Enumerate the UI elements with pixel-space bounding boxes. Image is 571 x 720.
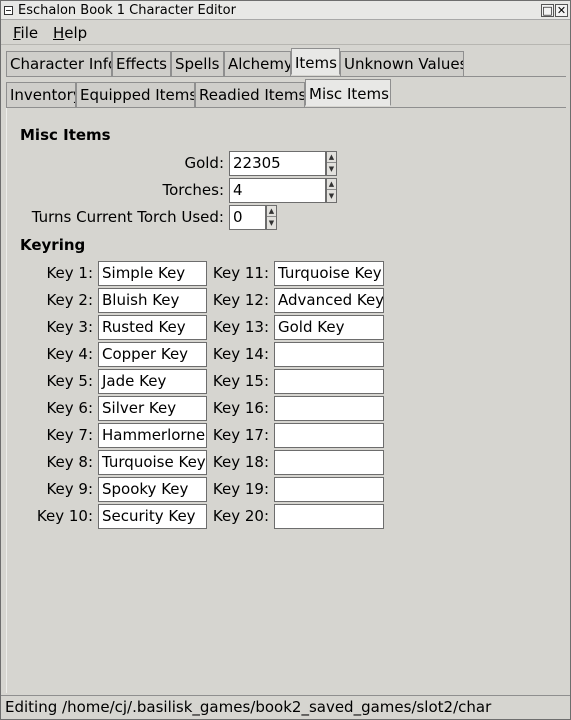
torches-label: Torches: (162, 181, 224, 199)
keyring-heading: Keyring (20, 236, 86, 254)
chevron-down-icon[interactable]: ▼ (327, 191, 336, 202)
key-2-field[interactable]: Bluish Key (98, 288, 207, 313)
torch-used-stepper[interactable]: ▲ ▼ (266, 205, 277, 230)
key-17-field[interactable] (274, 423, 384, 448)
key-15-field[interactable] (274, 369, 384, 394)
key-7-label: Key 7: (46, 426, 93, 444)
key-8-field[interactable]: Turquoise Key (98, 450, 207, 475)
key-20-field[interactable] (274, 504, 384, 529)
key-6-field[interactable]: Silver Key (98, 396, 207, 421)
tab-equipped-items[interactable]: Equipped Items (76, 82, 195, 108)
key-3-field[interactable]: Rusted Key (98, 315, 207, 340)
main-tab-divider (6, 76, 566, 77)
gold-stepper[interactable]: ▲ ▼ (326, 151, 337, 176)
editor-window: Eschalon Book 1 Character Editor □ ✕ Fil… (0, 0, 571, 720)
key-10-label: Key 10: (36, 507, 93, 525)
key-12-field[interactable]: Advanced Key (274, 288, 384, 313)
key-16-label: Key 16: (212, 399, 269, 417)
torches-stepper[interactable]: ▲ ▼ (326, 178, 337, 203)
misc-items-heading: Misc Items (20, 126, 111, 144)
key-1-label: Key 1: (46, 264, 93, 282)
key-7-field[interactable]: Hammerlorne Key (98, 423, 207, 448)
key-15-label: Key 15: (212, 372, 269, 390)
key-4-label: Key 4: (46, 345, 93, 363)
key-5-label: Key 5: (46, 372, 93, 390)
status-bar: Editing /home/cj/.basilisk_games/book2_s… (1, 695, 570, 719)
tab-unknown-values[interactable]: Unknown Values (340, 51, 464, 77)
menu-help[interactable]: Help (53, 23, 87, 43)
chevron-up-icon[interactable]: ▲ (327, 179, 336, 190)
key-2-label: Key 2: (46, 291, 93, 309)
key-14-label: Key 14: (212, 345, 269, 363)
key-3-label: Key 3: (46, 318, 93, 336)
maximize-icon[interactable]: □ (541, 4, 554, 17)
key-19-label: Key 19: (212, 480, 269, 498)
key-14-field[interactable] (274, 342, 384, 367)
key-6-label: Key 6: (46, 399, 93, 417)
tab-misc-items[interactable]: Misc Items (305, 79, 391, 106)
key-18-field[interactable] (274, 450, 384, 475)
tab-effects[interactable]: Effects (112, 51, 171, 77)
gold-label: Gold: (184, 154, 224, 172)
torches-input[interactable]: 4 (229, 178, 326, 203)
main-tab-bar: Character Info Effects Spells Alchemy It… (6, 48, 566, 77)
key-13-field[interactable]: Gold Key (274, 315, 384, 340)
key-11-field[interactable]: Turquoise Key (274, 261, 384, 286)
title-bar[interactable]: Eschalon Book 1 Character Editor □ ✕ (1, 1, 570, 20)
key-19-field[interactable] (274, 477, 384, 502)
chevron-up-icon[interactable]: ▲ (327, 152, 336, 163)
tab-inventory[interactable]: Inventory (6, 82, 76, 108)
key-20-label: Key 20: (212, 507, 269, 525)
tab-readied-items[interactable]: Readied Items (195, 82, 305, 108)
chevron-up-icon[interactable]: ▲ (267, 206, 276, 217)
chevron-down-icon[interactable]: ▼ (327, 164, 336, 175)
tab-character-info[interactable]: Character Info (6, 51, 112, 77)
key-9-field[interactable]: Spooky Key (98, 477, 207, 502)
menu-bar: File Help (1, 21, 570, 45)
key-18-label: Key 18: (212, 453, 269, 471)
key-4-field[interactable]: Copper Key (98, 342, 207, 367)
key-10-field[interactable]: Security Key (98, 504, 207, 529)
tab-spells[interactable]: Spells (171, 51, 224, 77)
chevron-down-icon[interactable]: ▼ (267, 218, 276, 229)
key-17-label: Key 17: (212, 426, 269, 444)
torch-used-input[interactable]: 0 (229, 205, 266, 230)
sub-tab-bar: Inventory Equipped Items Readied Items M… (6, 79, 566, 108)
key-9-label: Key 9: (46, 480, 93, 498)
close-icon[interactable]: ✕ (555, 4, 568, 17)
key-11-label: Key 11: (212, 264, 269, 282)
key-16-field[interactable] (274, 396, 384, 421)
key-1-field[interactable]: Simple Key (98, 261, 207, 286)
window-title: Eschalon Book 1 Character Editor (18, 3, 236, 18)
menu-file[interactable]: File (13, 23, 38, 43)
window-menu-icon[interactable] (4, 6, 13, 15)
key-12-label: Key 12: (212, 291, 269, 309)
key-8-label: Key 8: (46, 453, 93, 471)
torch-used-label: Turns Current Torch Used: (31, 208, 224, 226)
tab-items[interactable]: Items (291, 48, 340, 75)
key-5-field[interactable]: Jade Key (98, 369, 207, 394)
tab-alchemy[interactable]: Alchemy (224, 51, 291, 77)
key-13-label: Key 13: (212, 318, 269, 336)
gold-input[interactable]: 22305 (229, 151, 326, 176)
